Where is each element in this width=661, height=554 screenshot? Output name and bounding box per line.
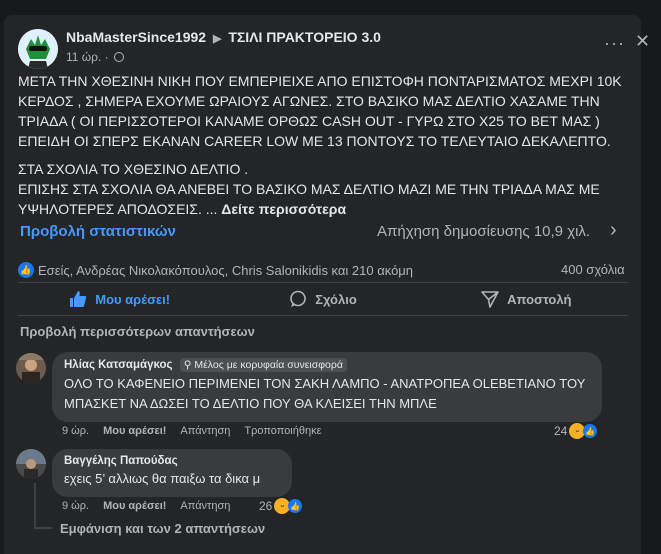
post-time[interactable]: 11 ώρ. ·	[66, 50, 109, 64]
reply-connector	[34, 527, 52, 529]
like-label: Μου αρέσει!	[95, 291, 171, 307]
group-name[interactable]: ΤΣΙΛΙ ΠΡΑΚΤΟΡΕΙΟ 3.0	[228, 29, 381, 45]
post-paragraph: ΣΤΑ ΣΧΟΛΙΑ ΤΟ ΧΘΕΣΙΝΟ ΔΕΛΤΙΟ . ΕΠΙΣΗΣ ΣΤ…	[18, 159, 628, 219]
comment-like-button[interactable]: Μου αρέσει!	[103, 425, 166, 437]
author-avatar[interactable]	[18, 29, 58, 69]
comment-reactions[interactable]: 26 ᵕ 👍	[259, 498, 303, 514]
comment-bubble: Ηλίας Κατσαμάγκος ⚲ Μέλος με κορυφαία συ…	[52, 352, 602, 422]
comment-text: εχεις 5’ αλλιως θα παιξω τα δικα μ	[64, 471, 261, 486]
author-name[interactable]: NbaMasterSince1992	[66, 29, 206, 45]
divider	[18, 282, 628, 283]
commenter-name[interactable]: Ηλίας Κατσαμάγκος	[64, 359, 173, 371]
share-label: Αποστολή	[507, 291, 572, 307]
comment-icon	[290, 290, 307, 307]
post-header: NbaMasterSince1992 ▶ ΤΣΙΛΙ ΠΡΑΚΤΟΡΕΙΟ 3.…	[66, 29, 381, 45]
globe-icon	[114, 52, 124, 62]
reactions-text: Εσείς, Ανδρέας Νικολακόπουλος, Chris Sal…	[38, 262, 414, 278]
post-paragraph: ΜΕΤΑ ΤΗΝ ΧΘΕΣΙΝΗ ΝΙΚΗ ΠΟΥ ΕΜΠΕΡΙΕΙΧΕ ΑΠΟ…	[18, 73, 622, 149]
commenter-name-row: Ηλίας Κατσαμάγκος ⚲ Μέλος με κορυφαία συ…	[64, 358, 590, 372]
comment-button[interactable]: Σχόλιο	[221, 285, 424, 313]
close-button[interactable]: ✕	[635, 31, 650, 52]
thread-line	[34, 483, 36, 528]
action-bar: Μου αρέσει! Σχόλιο Αποστολή	[18, 285, 628, 313]
comment-reaction-count: 24	[554, 424, 568, 438]
commenter-name[interactable]: Βαγγέλης Παπούδας	[64, 455, 280, 467]
send-icon	[481, 291, 499, 308]
comment-actions: 9 ώρ. Μου αρέσει! Απάντηση Τροποποιήθηκε	[62, 425, 322, 437]
post-reach[interactable]: Απήχηση δημοσίευσης 10,9 χιλ.	[377, 223, 590, 240]
badge-icon: ⚲	[183, 359, 192, 371]
comment-reaction-count: 26	[259, 499, 273, 513]
comments-count[interactable]: 400 σχόλια	[561, 262, 625, 277]
badge-label: Μέλος με κορυφαία συνεισφορά	[194, 359, 343, 371]
reactions-summary[interactable]: 👍 Εσείς, Ανδρέας Νικολακόπουλος, Chris S…	[18, 262, 413, 278]
like-icon: 👍	[583, 424, 598, 438]
chevron-right-icon[interactable]: ›	[610, 219, 617, 242]
comment-reply-button[interactable]: Απάντηση	[180, 425, 230, 437]
comment-bubble: Βαγγέλης Παπούδας εχεις 5’ αλλιως θα παι…	[52, 449, 292, 497]
like-button[interactable]: Μου αρέσει!	[18, 285, 221, 313]
like-icon: 👍	[288, 499, 303, 513]
arrow-right-icon: ▶	[212, 33, 222, 45]
like-icon: 👍	[18, 262, 34, 278]
thumbs-up-icon	[70, 291, 87, 307]
commenter-avatar[interactable]	[16, 353, 46, 383]
comment-time[interactable]: 9 ώρ.	[62, 500, 89, 512]
view-stats-link[interactable]: Προβολή στατιστικών	[20, 223, 176, 240]
comment-like-button[interactable]: Μου αρέσει!	[103, 500, 166, 512]
comment-reply-button[interactable]: Απάντηση	[180, 500, 230, 512]
comment-actions: 9 ώρ. Μου αρέσει! Απάντηση	[62, 500, 230, 512]
comment-label: Σχόλιο	[315, 291, 357, 307]
comment-edited-label: Τροποποιήθηκε	[244, 425, 322, 437]
comment-time[interactable]: 9 ώρ.	[62, 425, 89, 437]
post-card: NbaMasterSince1992 ▶ ΤΣΙΛΙ ΠΡΑΚΤΟΡΕΙΟ 3.…	[4, 15, 650, 554]
more-options-button[interactable]: ···	[604, 33, 625, 54]
show-replies-link[interactable]: Εμφάνιση και των 2 απαντήσεων	[60, 521, 265, 536]
share-button[interactable]: Αποστολή	[425, 285, 628, 313]
post-meta: 11 ώρ. ·	[66, 50, 124, 64]
top-contributor-badge[interactable]: ⚲ Μέλος με κορυφαία συνεισφορά	[179, 358, 347, 372]
comment-text: ΟΛΟ ΤΟ ΚΑΦΕΝΕΙΟ ΠΕΡΙΜΕΝΕΙ ΤΟΝ ΣΑΚΗ ΛΑΜΠΟ…	[64, 376, 586, 411]
view-more-replies-link[interactable]: Προβολή περισσότερων απαντήσεων	[20, 324, 255, 339]
comment-reactions[interactable]: 24 ᵕ 👍	[554, 423, 598, 439]
divider	[18, 315, 628, 316]
see-more-link[interactable]: Δείτε περισσότερα	[221, 201, 346, 217]
post-body: ΜΕΤΑ ΤΗΝ ΧΘΕΣΙΝΗ ΝΙΚΗ ΠΟΥ ΕΜΠΕΡΙΕΙΧΕ ΑΠΟ…	[18, 71, 628, 227]
commenter-avatar[interactable]	[16, 449, 46, 479]
